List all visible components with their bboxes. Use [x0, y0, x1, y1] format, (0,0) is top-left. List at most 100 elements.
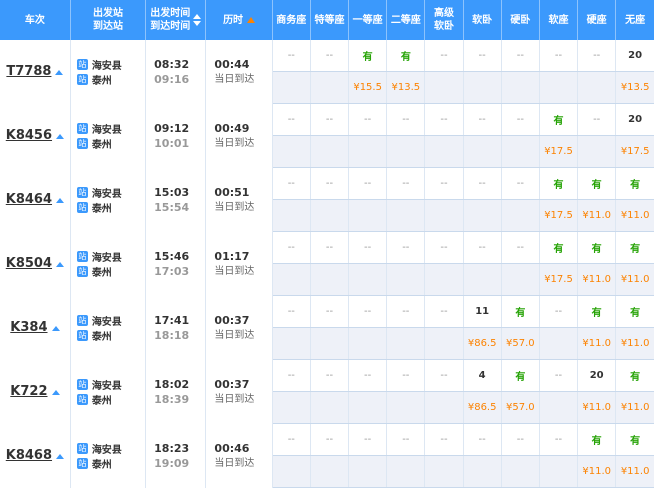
seat-availability[interactable]: 有	[592, 436, 602, 447]
seat-first-class-availability[interactable]: 有	[348, 40, 388, 72]
train-no-link[interactable]: T7788	[6, 64, 51, 79]
train-no-link[interactable]: K8504	[6, 256, 52, 271]
seat-second-class-availability[interactable]: 有	[386, 40, 426, 72]
seat-standing-availability[interactable]: 20	[615, 103, 654, 136]
triangle-up-icon[interactable]	[56, 261, 65, 267]
seat-soft-seat-price: ¥17.5	[539, 263, 579, 296]
seat-standing-availability[interactable]: 20	[615, 40, 654, 72]
seat-availability: --	[364, 306, 372, 317]
triangle-up-icon[interactable]	[55, 69, 64, 75]
arrival-station[interactable]: 泰州	[92, 264, 112, 279]
seat-availability[interactable]: 有	[401, 52, 411, 63]
departure-station[interactable]: 海安县	[92, 377, 122, 392]
seat-soft-seat-availability[interactable]: 有	[539, 167, 579, 200]
seat-availability: --	[478, 434, 486, 445]
seat-availability[interactable]: 有	[363, 52, 373, 63]
seat-standing-availability[interactable]: 有	[615, 359, 654, 392]
seat-hard-seat-availability[interactable]: 20	[577, 359, 617, 392]
seat-availability[interactable]: 有	[630, 436, 640, 447]
seat-soft-sleeper-price	[463, 263, 502, 296]
train-no-link[interactable]: K722	[10, 384, 47, 399]
seat-soft-sleeper-availability[interactable]: 4	[463, 359, 502, 392]
arrival-note: 当日到达	[214, 201, 255, 213]
seat-business-availability: --	[272, 231, 311, 264]
seat-second-class-price	[386, 199, 426, 232]
train-no-link[interactable]: K8464	[6, 192, 52, 207]
arrival-station[interactable]: 泰州	[92, 200, 112, 215]
seat-availability[interactable]: 有	[515, 372, 525, 383]
seat-soft-sleeper-price	[463, 71, 502, 104]
arrival-station[interactable]: 泰州	[92, 456, 112, 471]
seat-standing-availability[interactable]: 有	[615, 231, 654, 264]
seat-availability[interactable]: 20	[628, 50, 642, 61]
seat-availability[interactable]: 有	[630, 372, 640, 383]
seat-availability[interactable]: 有	[515, 308, 525, 319]
seat-standing-availability[interactable]: 有	[615, 295, 654, 328]
seat-hard-seat-availability[interactable]: 有	[577, 423, 617, 456]
seat-soft-sleeper-price: ¥86.5	[463, 391, 502, 424]
seat-availability[interactable]: 11	[475, 306, 489, 317]
seat-price: ¥11.0	[620, 338, 650, 349]
seat-standing-availability[interactable]: 有	[615, 167, 654, 200]
seat-second-class-availability: --	[386, 423, 426, 456]
seat-standing-price: ¥11.0	[615, 199, 654, 232]
seat-soft-seat-availability[interactable]: 有	[539, 231, 579, 264]
seat-soft-seat-availability: --	[539, 423, 579, 456]
arrival-station[interactable]: 泰州	[92, 136, 112, 151]
departure-station[interactable]: 海安县	[92, 313, 122, 328]
train-station-icon: 站	[76, 137, 88, 149]
seat-business-price	[272, 135, 311, 168]
duration: 00:49	[214, 121, 250, 135]
time-cell: 17:41 18:18	[145, 295, 207, 360]
seat-availability[interactable]: 有	[592, 244, 602, 255]
seat-availability[interactable]: 20	[628, 114, 642, 125]
departure-time: 15:46	[154, 249, 190, 263]
seat-hard-seat-availability[interactable]: 有	[577, 295, 617, 328]
seat-availability[interactable]: 有	[554, 180, 564, 191]
train-station-icon: 站	[76, 201, 88, 213]
seat-premium-price	[310, 391, 350, 424]
duration-cell: 00:37 当日到达	[205, 359, 273, 424]
departure-station[interactable]: 海安县	[92, 121, 122, 136]
train-no-link[interactable]: K8468	[6, 448, 52, 463]
seat-availability[interactable]: 有	[630, 180, 640, 191]
seat-availability[interactable]: 20	[590, 370, 604, 381]
seat-soft-sleeper-availability[interactable]: 11	[463, 295, 502, 328]
seat-hard-sleeper-availability[interactable]: 有	[501, 359, 540, 392]
seat-availability[interactable]: 有	[554, 116, 564, 127]
seat-hard-seat-availability[interactable]: 有	[577, 167, 617, 200]
seat-hard-sleeper-availability[interactable]: 有	[501, 295, 540, 328]
triangle-up-icon[interactable]	[56, 453, 65, 459]
station-cell: 站海安县站泰州	[70, 103, 147, 168]
seat-availability[interactable]: 有	[592, 180, 602, 191]
seat-hard-seat-availability[interactable]: 有	[577, 231, 617, 264]
triangle-up-icon[interactable]	[51, 325, 60, 331]
departure-station[interactable]: 海安县	[92, 57, 122, 72]
train-no-link[interactable]: K384	[10, 320, 47, 335]
seat-availability: --	[325, 434, 334, 445]
sort-arrows-icon	[193, 14, 202, 26]
header-times[interactable]: 出发时间 到达时间	[145, 0, 207, 40]
departure-station[interactable]: 海安县	[92, 249, 122, 264]
arrival-station[interactable]: 泰州	[92, 72, 112, 87]
arrival-station[interactable]: 泰州	[92, 392, 112, 407]
triangle-up-icon[interactable]	[51, 389, 60, 395]
seat-availability: --	[364, 114, 372, 125]
arrival-station[interactable]: 泰州	[92, 328, 112, 343]
seat-availability[interactable]: 4	[479, 370, 486, 381]
seat-standing-availability[interactable]: 有	[615, 423, 654, 456]
seat-price: ¥11.0	[582, 210, 611, 221]
triangle-up-icon[interactable]	[56, 133, 65, 139]
header-duration[interactable]: 历时	[205, 0, 273, 40]
seat-availability[interactable]: 有	[592, 308, 602, 319]
seat-soft-seat-availability[interactable]: 有	[539, 103, 579, 136]
seat-availability[interactable]: 有	[554, 244, 564, 255]
seat-availability: --	[364, 370, 372, 381]
departure-station[interactable]: 海安县	[92, 441, 122, 456]
seat-availability[interactable]: 有	[630, 308, 640, 319]
departure-station[interactable]: 海安县	[92, 185, 122, 200]
train-no-link[interactable]: K8456	[6, 128, 52, 143]
seat-availability[interactable]: 有	[630, 244, 640, 255]
triangle-up-icon[interactable]	[56, 197, 65, 203]
seat-first-class-price: ¥15.5	[348, 71, 388, 104]
